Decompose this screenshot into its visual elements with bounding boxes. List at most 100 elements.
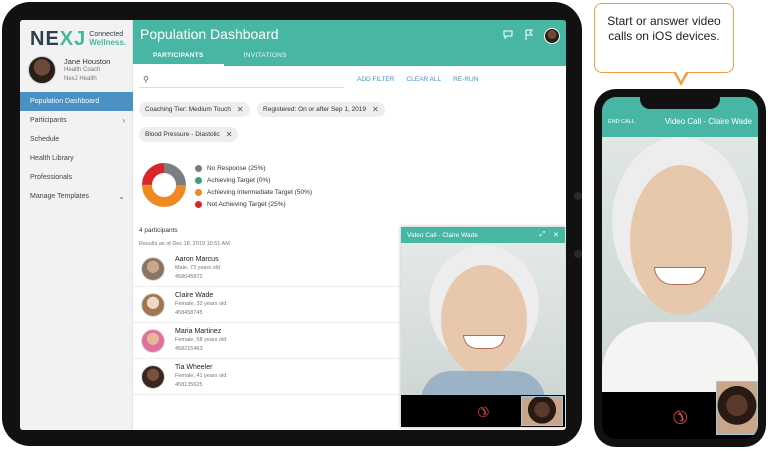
participant-info: Maria Martinez Female, 58 years old 4582… bbox=[175, 328, 226, 354]
legend-label: Achieving Intermediate Target (50%) bbox=[207, 188, 313, 196]
filter-chip-label: Blood Pressure - Diastolic bbox=[145, 131, 220, 138]
participant-name: Claire Wade bbox=[175, 291, 214, 299]
legend-item: Achieving Target (0%) bbox=[195, 174, 312, 186]
tab-participants[interactable]: PARTICIPANTS bbox=[133, 50, 224, 66]
video-call-titlebar[interactable]: Video Call - Claire Wade ⤢ ✕ bbox=[401, 227, 565, 243]
chart-legend: No Response (25%) Achieving Target (0%) … bbox=[195, 162, 312, 210]
self-video-thumbnail[interactable] bbox=[716, 381, 758, 435]
phone-screen: END CALL Video Call - Claire Wade ✆ bbox=[602, 97, 758, 439]
clear-all-button[interactable]: CLEAR ALL bbox=[406, 76, 441, 83]
legend-dot bbox=[195, 200, 202, 208]
participant-list: Aaron Marcus Male, 73 years old 45864587… bbox=[133, 251, 403, 395]
participant-id: 458645872 bbox=[175, 273, 203, 280]
sidebar: NEXJ Connected Wellness. Jane Houston He… bbox=[20, 20, 133, 430]
page-title: Population Dashboard bbox=[140, 26, 279, 42]
sidebar-item-label: Population Dashboard bbox=[30, 98, 100, 105]
sidebar-item-label: Professionals bbox=[30, 174, 73, 181]
participant-details: Female, 58 years old bbox=[175, 337, 227, 344]
search-icon: ⚲ bbox=[143, 75, 149, 84]
add-filter-button[interactable]: ADD FILTER bbox=[357, 76, 394, 83]
filter-chip[interactable]: Registered: On or after Sep 1, 2019 ✕ bbox=[257, 102, 385, 117]
rerun-button[interactable]: RE-RUN bbox=[453, 76, 478, 83]
user-org: NexJ Health bbox=[64, 75, 97, 82]
phone-header: END CALL Video Call - Claire Wade bbox=[602, 97, 758, 137]
user-profile[interactable]: Jane Houston Health Coach NexJ Health bbox=[28, 56, 110, 84]
participant-details: Female, 41 years old bbox=[175, 373, 227, 380]
header-icons bbox=[502, 28, 560, 44]
sidebar-item-participants[interactable]: Participants › bbox=[20, 111, 133, 130]
tab-bar: PARTICIPANTS INVITATIONS bbox=[133, 50, 307, 66]
sidebar-item-schedule[interactable]: Schedule bbox=[20, 130, 133, 149]
list-item[interactable]: Maria Martinez Female, 58 years old 4582… bbox=[133, 323, 403, 359]
sidebar-item-manage-templates[interactable]: Manage Templates ⌄ bbox=[20, 187, 133, 206]
tab-invitations[interactable]: INVITATIONS bbox=[224, 50, 307, 66]
logo[interactable]: NEXJ Connected Wellness. bbox=[30, 28, 126, 51]
sidebar-item-health-library[interactable]: Health Library bbox=[20, 149, 133, 168]
phone-remote-video bbox=[602, 137, 758, 392]
callout-text: Start or answer video calls on iOS devic… bbox=[607, 14, 721, 43]
video-call-controls: ⤢ ✕ bbox=[540, 231, 559, 239]
remote-video bbox=[401, 243, 565, 395]
phone-notch bbox=[640, 97, 720, 109]
avatar bbox=[141, 256, 165, 281]
expand-icon[interactable]: ⤢ bbox=[540, 231, 546, 239]
participant-id: 458458745 bbox=[175, 309, 203, 316]
callout-bubble: Start or answer video calls on iOS devic… bbox=[594, 3, 734, 86]
list-item[interactable]: Claire Wade Female, 33 years old 4584587… bbox=[133, 287, 403, 323]
callout-tail-inner bbox=[675, 70, 687, 81]
avatar[interactable] bbox=[544, 28, 560, 44]
tablet-screen: NEXJ Connected Wellness. Jane Houston He… bbox=[20, 20, 566, 430]
legend-label: Not Achieving Target (25%) bbox=[207, 200, 286, 208]
filter-chip-label: Registered: On or after Sep 1, 2019 bbox=[263, 106, 367, 113]
search-input[interactable]: ⚲ bbox=[139, 72, 344, 88]
header: Population Dashboard PARTICIPANTS INVITA… bbox=[133, 20, 566, 66]
legend-dot bbox=[195, 188, 202, 196]
participant-info: Claire Wade Female, 33 years old 4584587… bbox=[175, 292, 226, 318]
avatar bbox=[141, 328, 165, 353]
phone-call-title: Video Call - Claire Wade bbox=[664, 117, 752, 126]
participant-details: Male, 73 years old bbox=[175, 265, 220, 272]
donut-chart[interactable] bbox=[141, 162, 187, 208]
tablet-frame: NEXJ Connected Wellness. Jane Houston He… bbox=[2, 2, 582, 446]
tablet-button bbox=[574, 250, 582, 258]
close-icon[interactable]: ✕ bbox=[226, 130, 233, 139]
sidebar-item-label: Participants bbox=[30, 117, 67, 124]
chevron-down-icon: ⌄ bbox=[118, 192, 125, 201]
participant-id: 458215463 bbox=[175, 345, 203, 352]
list-item[interactable]: Aaron Marcus Male, 73 years old 45864587… bbox=[133, 251, 403, 287]
close-icon[interactable]: ✕ bbox=[553, 231, 559, 239]
phone-frame: END CALL Video Call - Claire Wade ✆ bbox=[594, 89, 766, 447]
legend-dot bbox=[195, 164, 202, 172]
stage: NEXJ Connected Wellness. Jane Houston He… bbox=[0, 0, 768, 451]
self-video-thumbnail[interactable] bbox=[521, 396, 563, 426]
hang-up-icon[interactable]: ✆ bbox=[667, 404, 692, 429]
user-name: Jane Houston bbox=[64, 56, 111, 66]
chevron-right-icon: › bbox=[122, 116, 125, 125]
flag-icon[interactable] bbox=[524, 29, 534, 43]
avatar bbox=[141, 292, 165, 317]
chat-icon[interactable] bbox=[502, 29, 514, 43]
video-call-popup: Video Call - Claire Wade ⤢ ✕ ✆ bbox=[401, 227, 565, 427]
logo-mark: NEXJ bbox=[30, 28, 87, 50]
avatar bbox=[28, 56, 56, 84]
legend-label: Achieving Target (0%) bbox=[207, 176, 271, 184]
list-item[interactable]: Tia Wheeler Female, 41 years old 4581356… bbox=[133, 359, 403, 395]
video-figure-face bbox=[441, 265, 527, 375]
legend-item: Achieving Intermediate Target (50%) bbox=[195, 186, 312, 198]
close-icon[interactable]: ✕ bbox=[372, 105, 379, 114]
filter-chip[interactable]: Blood Pressure - Diastolic ✕ bbox=[139, 127, 239, 142]
user-info: Jane Houston Health Coach NexJ Health bbox=[64, 57, 110, 84]
participant-details: Female, 33 years old bbox=[175, 301, 227, 308]
filter-chip[interactable]: Coaching Tier: Medium Touch ✕ bbox=[139, 102, 250, 117]
participant-name: Aaron Marcus bbox=[175, 255, 219, 263]
sidebar-item-label: Schedule bbox=[30, 136, 60, 143]
logo-text: Connected Wellness. bbox=[89, 31, 127, 47]
donut-svg bbox=[142, 163, 186, 207]
hang-up-icon[interactable]: ✆ bbox=[473, 401, 493, 422]
close-icon[interactable]: ✕ bbox=[237, 105, 244, 114]
participant-info: Tia Wheeler Female, 41 years old 4581356… bbox=[175, 364, 226, 390]
end-call-button[interactable]: END CALL bbox=[608, 119, 635, 125]
sidebar-item-population-dashboard[interactable]: Population Dashboard bbox=[20, 92, 133, 111]
participant-info: Aaron Marcus Male, 73 years old 45864587… bbox=[175, 256, 220, 282]
sidebar-item-professionals[interactable]: Professionals bbox=[20, 168, 133, 187]
